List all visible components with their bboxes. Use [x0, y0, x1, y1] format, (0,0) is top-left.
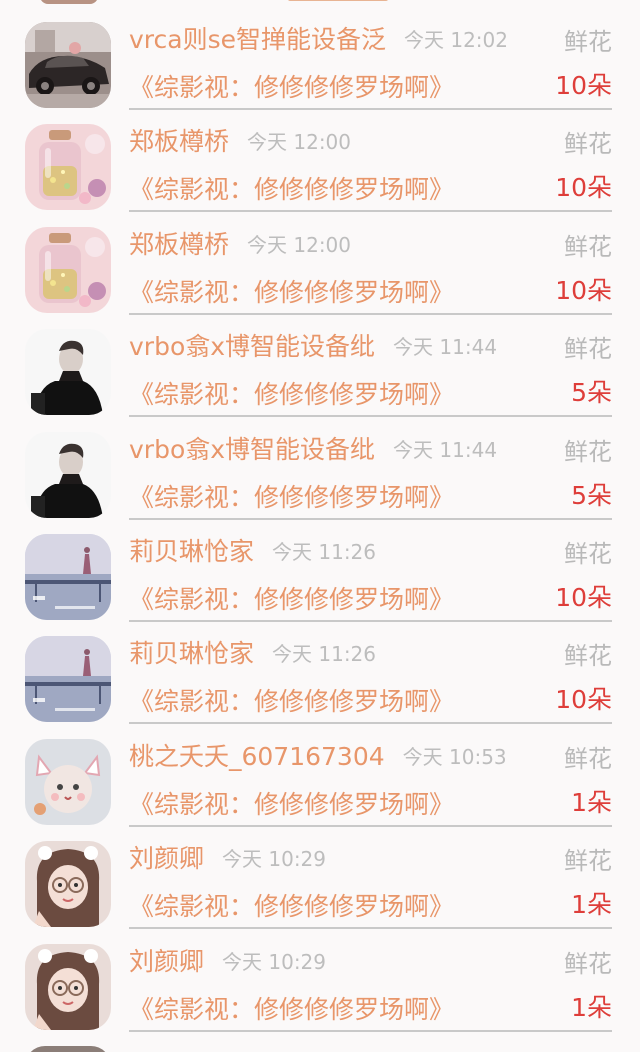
user-avatar-girl[interactable] — [25, 841, 111, 928]
row-divider — [129, 1029, 612, 1032]
gift-time: 今天 10:29 — [222, 949, 327, 974]
gift-type-label: 鲜花 — [564, 130, 612, 159]
sender-name: 刘颜卿 今天 10:29 — [129, 841, 326, 877]
gift-type-label: 鲜花 — [564, 847, 612, 876]
sender-name-text: vrbo翕x博智能设备纰 — [129, 332, 376, 362]
sender-name: vrca则se智掸能设备泛 今天 12:02 — [129, 22, 508, 58]
gift-type-label: 鲜花 — [564, 642, 612, 671]
gift-time: 今天 10:53 — [402, 744, 507, 769]
gift-record-row[interactable]: 郑板樽桥 今天 12:00 鲜花 《综影视：修修修修罗场啊》 10朵 — [0, 207, 640, 315]
gift-record-row[interactable]: 莉贝琳怆家 今天 11:26 鲜花 《综影视：修修修修罗场啊》 10朵 — [0, 616, 640, 725]
gift-time: 今天 11:44 — [393, 437, 498, 462]
user-avatar-girl[interactable] — [25, 943, 111, 1030]
gift-count: 10朵 — [555, 685, 612, 715]
user-avatar-cat[interactable] — [25, 738, 111, 825]
sender-name-text: 莉贝琳怆家 — [129, 537, 255, 566]
sender-name: 郑板樽桥 今天 12:00 — [129, 227, 351, 263]
gift-count: 5朵 — [571, 378, 612, 408]
gift-time: 今天 12:00 — [247, 130, 352, 155]
gift-record-row[interactable]: 桃之夭夭_607167304 今天 10:53 鲜花 《综影视：修修修修罗场啊》 … — [0, 719, 640, 827]
book-title[interactable]: 《综影视：修修修修罗场啊》 — [129, 684, 454, 720]
gift-record-row[interactable]: vrca则se智掸能设备泛 今天 12:02 鲜花 《综影视：修修修修罗场啊》 1… — [0, 2, 640, 110]
sender-name-text: 刘颜卿 — [129, 946, 205, 976]
sender-name-text: 桃之夭夭_607167304 — [129, 741, 385, 771]
gift-record-row[interactable]: 郑板樽桥 今天 12:00 鲜花 《综影视：修修修修罗场啊》 10朵 — [0, 104, 640, 213]
book-title[interactable]: 《综影视：修修修修罗场啊》 — [129, 992, 454, 1028]
sender-name-text: 莉贝琳怆家 — [129, 639, 255, 669]
sender-name-text: 郑板樽桥 — [129, 229, 230, 259]
gift-type-label: 鲜花 — [564, 335, 612, 364]
gift-type-label: 鲜花 — [564, 540, 612, 568]
user-avatar-car[interactable] — [25, 22, 111, 108]
book-title[interactable]: 《综影视：修修修修罗场啊》 — [129, 172, 454, 208]
gift-record-list[interactable]: vrca则se智掸能设备泛 今天 12:02 鲜花 《综影视：修修修修罗场啊》 1… — [0, 0, 640, 1052]
book-title[interactable]: 《综影视：修修修修罗场啊》 — [129, 70, 454, 106]
gift-record-row[interactable]: vrbo翕x博智能设备纰 今天 11:44 鲜花 《综影视：修修修修罗场啊》 5朵 — [0, 309, 640, 418]
gift-count: 1朵 — [571, 890, 612, 920]
gift-count: 10朵 — [555, 583, 612, 612]
book-title[interactable]: 《综影视：修修修修罗场啊》 — [129, 275, 454, 311]
sender-name: 刘颜卿 今天 10:29 — [129, 944, 326, 980]
user-avatar-bottle[interactable] — [25, 124, 111, 211]
gift-time: 今天 12:02 — [404, 28, 508, 52]
gift-time: 今天 11:44 — [393, 335, 498, 360]
gift-record-row[interactable]: 莉贝琳怆家 今天 11:26 鲜花 《综影视：修修修修罗场啊》 10朵 — [0, 514, 640, 622]
sender-name-text: 刘颜卿 — [129, 844, 205, 874]
sender-name-text: 郑板樽桥 — [129, 127, 230, 157]
gift-count: 10朵 — [555, 71, 612, 100]
gift-time: 今天 10:29 — [222, 847, 327, 872]
sender-name: 莉贝琳怆家 今天 11:26 — [129, 636, 376, 672]
sender-name: 莉贝琳怆家 今天 11:26 — [129, 534, 376, 570]
gift-record-row[interactable]: 刘颜卿 今天 10:29 鲜花 《综影视：修修修修罗场啊》 1朵 — [0, 924, 640, 1032]
gift-record-row[interactable]: vrbo翕x博智能设备纰 今天 11:44 鲜花 《综影视：修修修修罗场啊》 5朵 — [0, 412, 640, 520]
gift-type-label: 鲜花 — [564, 744, 612, 773]
sender-name: 郑板樽桥 今天 12:00 — [129, 124, 351, 160]
gift-time: 今天 11:26 — [272, 642, 377, 667]
gift-record-row[interactable]: 刘颜卿 今天 10:29 鲜花 《综影视：修修修修罗场啊》 1朵 — [0, 821, 640, 930]
gift-type-label: 鲜花 — [564, 28, 612, 56]
sender-name: vrbo翕x博智能设备纰 今天 11:44 — [129, 432, 497, 468]
user-avatar-man[interactable] — [25, 329, 111, 416]
sender-name: vrbo翕x博智能设备纰 今天 11:44 — [129, 329, 497, 365]
gift-count: 1朵 — [571, 787, 612, 817]
sender-name-text: vrbo翕x博智能设备纰 — [129, 434, 376, 464]
gift-count: 5朵 — [571, 480, 612, 510]
gift-time: 今天 12:00 — [247, 232, 352, 257]
book-title[interactable]: 《综影视：修修修修罗场啊》 — [129, 480, 454, 516]
gift-type-label: 鲜花 — [564, 232, 612, 261]
gift-count: 1朵 — [571, 992, 612, 1022]
user-avatar-man[interactable] — [25, 431, 111, 518]
user-avatar-bottle[interactable] — [25, 226, 111, 313]
book-title[interactable]: 《综影视：修修修修罗场啊》 — [129, 582, 454, 618]
user-avatar-seaside[interactable] — [25, 534, 111, 620]
gift-type-label: 鲜花 — [564, 949, 612, 978]
book-title[interactable]: 《综影视：修修修修罗场啊》 — [129, 377, 454, 413]
partial-row-bottom — [25, 1046, 111, 1052]
gift-time: 今天 11:26 — [272, 540, 377, 564]
sender-name: 桃之夭夭_607167304 今天 10:53 — [129, 739, 507, 775]
gift-count: 10朵 — [555, 275, 612, 305]
book-title[interactable]: 《综影视：修修修修罗场啊》 — [129, 787, 454, 823]
book-title[interactable]: 《综影视：修修修修罗场啊》 — [129, 889, 454, 925]
gift-count: 10朵 — [555, 173, 612, 203]
gift-type-label: 鲜花 — [564, 437, 612, 466]
sender-name-text: vrca则se智掸能设备泛 — [129, 25, 386, 54]
user-avatar-seaside[interactable] — [25, 636, 111, 723]
